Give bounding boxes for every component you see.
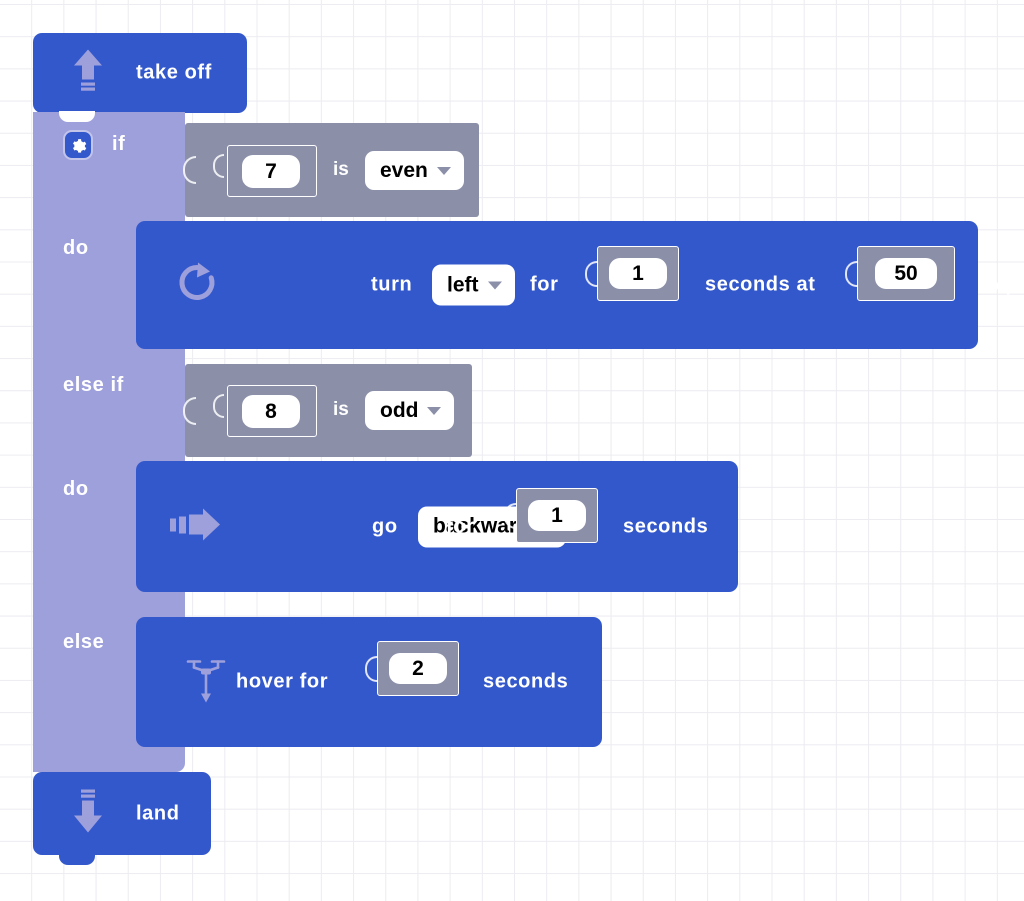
hover-block[interactable]: hover for 2 seconds (136, 617, 602, 747)
turn-block[interactable]: turn left for 1 seconds at 50 % power (136, 221, 1024, 349)
take-off-label: take off (136, 61, 212, 84)
if-block-top-corner (33, 112, 185, 132)
number-field-7[interactable]: 7 (242, 155, 300, 188)
number-left-tab-icon (585, 260, 597, 287)
number-reporter-seconds-3[interactable]: 2 (365, 641, 459, 696)
go-for-label: for (446, 515, 475, 537)
hover-seconds-label: seconds (483, 670, 569, 693)
arrow-right-icon (170, 506, 222, 547)
direction-dropdown-left[interactable]: left (432, 264, 515, 306)
do-label-2: do (63, 478, 89, 500)
boolean-left-tab-icon (183, 396, 196, 425)
number-left-tab-icon (213, 394, 224, 418)
number-field-8[interactable]: 8 (242, 395, 300, 428)
drone-hover-icon (183, 653, 229, 712)
else-if-label: else if (63, 374, 124, 396)
hover-for-label: hover for (236, 670, 329, 693)
go-block[interactable]: go backward for 1 seconds (136, 461, 738, 592)
number-field-seconds-3[interactable]: 2 (389, 653, 447, 684)
take-off-arrow-icon (71, 47, 105, 100)
number-field-power[interactable]: 50 (875, 258, 937, 289)
percent-power-label: % power (981, 273, 1024, 296)
turn-for-label: for (530, 273, 559, 296)
boolean-block-even[interactable]: 7 is even (183, 123, 479, 217)
is-label-1: is (333, 159, 349, 180)
parity-dropdown-odd-value: odd (380, 398, 419, 422)
number-left-tab-icon (365, 655, 377, 682)
turn-word-label: turn (371, 273, 413, 296)
go-seconds-label: seconds (623, 515, 709, 537)
go-word-label: go (372, 515, 398, 537)
boolean-left-tab-icon (183, 156, 196, 184)
number-reporter-seconds-1[interactable]: 1 (585, 246, 679, 301)
if-label: if (112, 133, 126, 155)
number-left-tab-icon (845, 260, 857, 287)
chevron-down-icon (427, 406, 442, 415)
gear-icon[interactable] (63, 130, 93, 160)
seconds-at-label: seconds at (705, 273, 816, 296)
number-reporter-seconds-2[interactable]: 1 (504, 488, 598, 543)
is-label-2: is (333, 399, 349, 420)
chevron-down-icon (436, 166, 451, 175)
land-label: land (136, 802, 180, 824)
land-block[interactable]: land (33, 772, 211, 865)
turn-clockwise-icon (173, 259, 221, 312)
direction-dropdown-left-value: left (447, 273, 479, 296)
number-reporter-power[interactable]: 50 (845, 246, 955, 301)
boolean-block-odd[interactable]: 8 is odd (183, 364, 472, 457)
number-field-seconds-2[interactable]: 1 (528, 500, 586, 531)
number-left-tab-icon (213, 154, 224, 178)
chevron-down-icon (487, 281, 502, 289)
parity-dropdown-even-value: even (380, 158, 428, 182)
do-label-1: do (63, 237, 89, 259)
number-field-seconds-1[interactable]: 1 (609, 258, 667, 289)
if-block-top-notch (59, 111, 95, 122)
land-arrow-icon (71, 786, 105, 841)
parity-dropdown-odd[interactable]: odd (365, 391, 455, 430)
take-off-block[interactable]: take off (33, 33, 247, 123)
else-label: else (63, 631, 105, 653)
gear-glyph (72, 138, 86, 153)
parity-dropdown-even[interactable]: even (365, 151, 464, 190)
block-editor-canvas[interactable]: take off if 7 is even do turn left for 1… (0, 0, 1024, 901)
